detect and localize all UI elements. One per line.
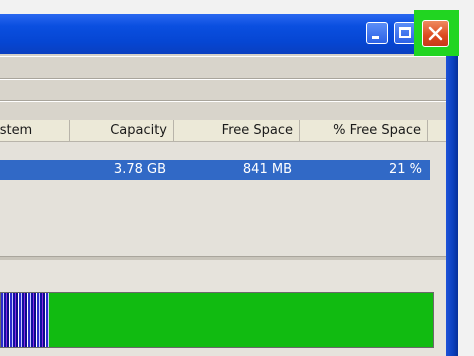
toolbar-area	[0, 56, 446, 120]
minimize-button[interactable]	[366, 22, 388, 44]
divider	[0, 101, 446, 102]
close-icon	[428, 26, 443, 41]
cell-capacity: 3.78 GB	[113, 162, 166, 177]
used-space-segment	[1, 293, 50, 347]
header-capacity[interactable]: Capacity	[70, 120, 174, 141]
column-header: ystem Capacity Free Space % Free Space	[0, 120, 446, 142]
divider	[0, 79, 446, 80]
table-row[interactable]: 3.78 GB 841 MB 21 %	[0, 160, 430, 180]
maximize-button[interactable]	[394, 22, 416, 44]
title-bar	[0, 14, 458, 54]
header-file-system[interactable]: ystem	[0, 120, 70, 141]
header-percent-free[interactable]: % Free Space	[300, 120, 428, 141]
close-button[interactable]	[422, 20, 449, 47]
cell-free-space: 841 MB	[242, 162, 292, 177]
window-frame-right	[446, 54, 458, 356]
divider	[0, 56, 446, 57]
disk-usage-bar[interactable]	[0, 292, 434, 348]
cell-percent-free: 21 %	[388, 162, 422, 177]
free-space-segment	[48, 293, 433, 347]
header-free-space[interactable]: Free Space	[174, 120, 300, 141]
